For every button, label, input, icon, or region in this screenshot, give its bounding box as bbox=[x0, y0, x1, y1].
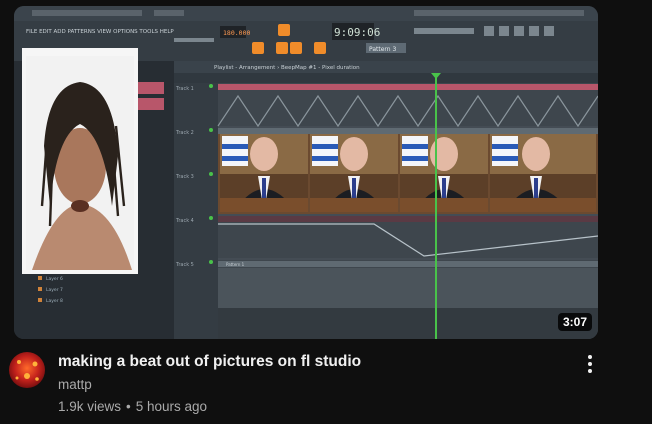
more-options-button[interactable] bbox=[578, 352, 602, 376]
daw-menubar: FILE EDIT ADD PATTERNS VIEW OPTIONS TOOL… bbox=[26, 29, 174, 35]
browser-item-1: Layer 6 bbox=[46, 276, 63, 282]
channel-name[interactable]: mattp bbox=[58, 377, 92, 392]
track-label-1: Track 1 bbox=[175, 86, 194, 92]
browser-item-3: Layer 8 bbox=[46, 298, 63, 304]
track-label-3: Track 3 bbox=[175, 174, 194, 180]
daw-time: 9:09:06 bbox=[334, 26, 380, 39]
video-stats: 1.9k views • 5 hours ago bbox=[58, 399, 207, 414]
view-count: 1.9k views bbox=[58, 399, 122, 414]
stats-separator: • bbox=[126, 399, 131, 414]
video-thumbnail[interactable]: FILE EDIT ADD PATTERNS VIEW OPTIONS TOOL… bbox=[14, 6, 598, 339]
more-vert-icon bbox=[588, 355, 592, 373]
browser-item-2: Layer 7 bbox=[46, 287, 63, 293]
upload-time: 5 hours ago bbox=[135, 399, 208, 414]
track-label-5: Track 5 bbox=[175, 262, 194, 268]
clip-label: Pattern 1 bbox=[226, 262, 245, 267]
video-card[interactable]: FILE EDIT ADD PATTERNS VIEW OPTIONS TOOL… bbox=[0, 0, 652, 424]
playlist-title: Playlist - Arrangement › BeepMap #1 - Pi… bbox=[214, 65, 360, 71]
video-duration-badge: 3:07 bbox=[557, 313, 592, 331]
daw-pattern-selector: Pattern 3 bbox=[369, 46, 396, 53]
channel-avatar[interactable] bbox=[9, 352, 45, 388]
video-title[interactable]: making a beat out of pictures on fl stud… bbox=[58, 353, 578, 371]
track-label-4: Track 4 bbox=[175, 218, 194, 224]
daw-tempo: 180.000 bbox=[223, 29, 250, 37]
track-label-2: Track 2 bbox=[175, 130, 194, 136]
